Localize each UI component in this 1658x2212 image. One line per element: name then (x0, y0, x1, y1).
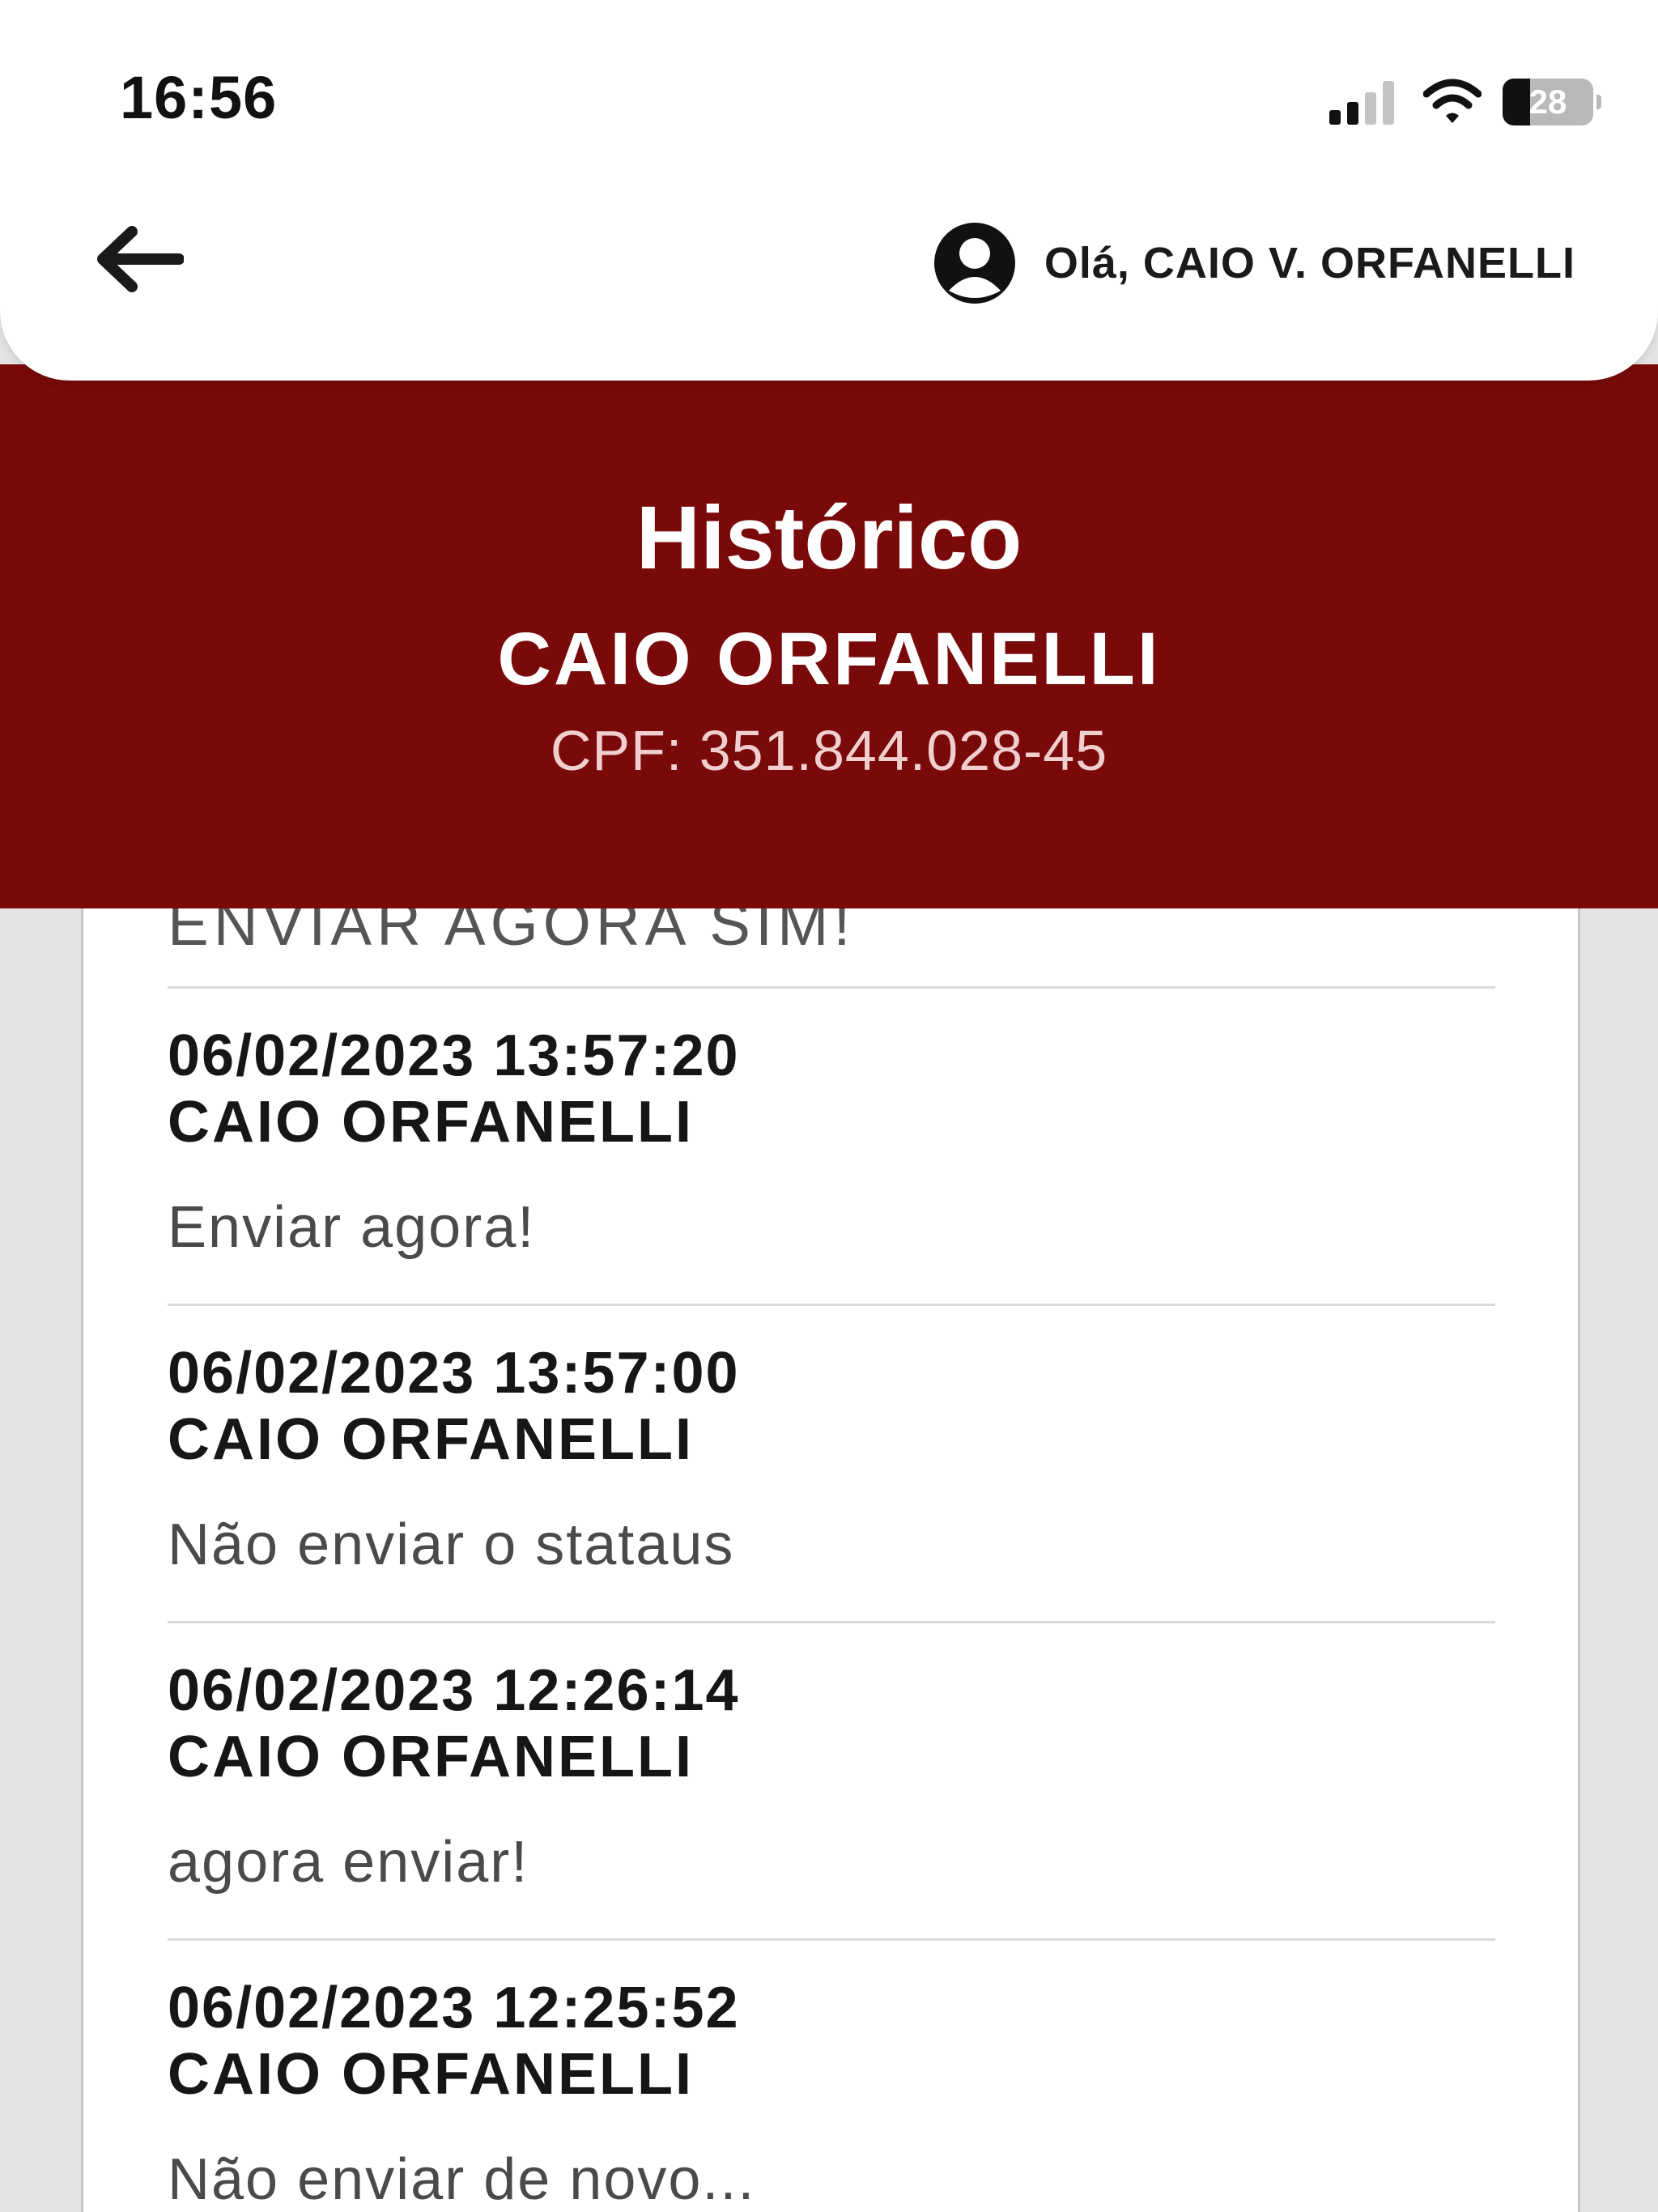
app-header: Olá, CAIO V. ORFANELLI (0, 162, 1658, 381)
back-button[interactable] (91, 211, 188, 308)
list-item: 06/02/2023 12:25:52 CAIO ORFANELLI Não e… (168, 1938, 1495, 2212)
greeting-text: Olá, CAIO V. ORFANELLI (1044, 239, 1575, 287)
arrow-left-icon (97, 226, 184, 292)
status-time: 16:56 (120, 64, 278, 131)
entry-date: 06/02/2023 12:25:52 (168, 1976, 740, 2040)
user-account-icon (933, 223, 1015, 304)
wifi-icon (1423, 79, 1482, 123)
entry-author: CAIO ORFANELLI (168, 1090, 694, 1155)
list-item: 06/02/2023 13:57:00 CAIO ORFANELLI Não e… (168, 1304, 1495, 1621)
divider (168, 1621, 1495, 1623)
page-banner: Histórico CAIO ORFANELLI CPF: 351.844.02… (0, 364, 1658, 908)
battery-icon: 28 (1503, 79, 1601, 125)
entry-author: CAIO ORFANELLI (168, 1407, 694, 1472)
entry-message: Não enviar o stataus (168, 1512, 735, 1577)
list-item: 06/02/2023 13:57:20 CAIO ORFANELLI Envia… (168, 986, 1495, 1304)
customer-cpf: CPF: 351.844.028-45 (550, 719, 1108, 782)
user-greeting[interactable]: Olá, CAIO V. ORFANELLI (933, 219, 1575, 308)
cellular-signal-icon (1329, 81, 1394, 125)
battery-tip (1596, 95, 1601, 109)
list-item: 06/02/2023 12:26:14 CAIO ORFANELLI agora… (168, 1621, 1495, 1938)
entry-date: 06/02/2023 13:57:00 (168, 1341, 740, 1406)
entry-date: 06/02/2023 12:26:14 (168, 1658, 740, 1723)
entry-author: CAIO ORFANELLI (168, 2042, 694, 2107)
divider (168, 986, 1495, 989)
customer-name: CAIO ORFANELLI (497, 618, 1161, 700)
battery-level: 28 (1528, 83, 1567, 121)
entry-message: Enviar agora! (168, 1195, 536, 1260)
page-title: Histórico (636, 488, 1022, 588)
status-icons: 28 (1328, 70, 1601, 134)
history-list[interactable]: ENVIAR AGORA SIM! 06/02/2023 13:57:20 CA… (81, 891, 1580, 2212)
entry-message: agora enviar! (168, 1830, 529, 1895)
entry-message: Não enviar de novo... (168, 2147, 756, 2212)
divider (168, 1304, 1495, 1306)
divider (168, 1938, 1495, 1941)
entry-author: CAIO ORFANELLI (168, 1725, 694, 1789)
entry-date: 06/02/2023 13:57:20 (168, 1023, 740, 1088)
status-bar: 16:56 28 (0, 0, 1658, 186)
